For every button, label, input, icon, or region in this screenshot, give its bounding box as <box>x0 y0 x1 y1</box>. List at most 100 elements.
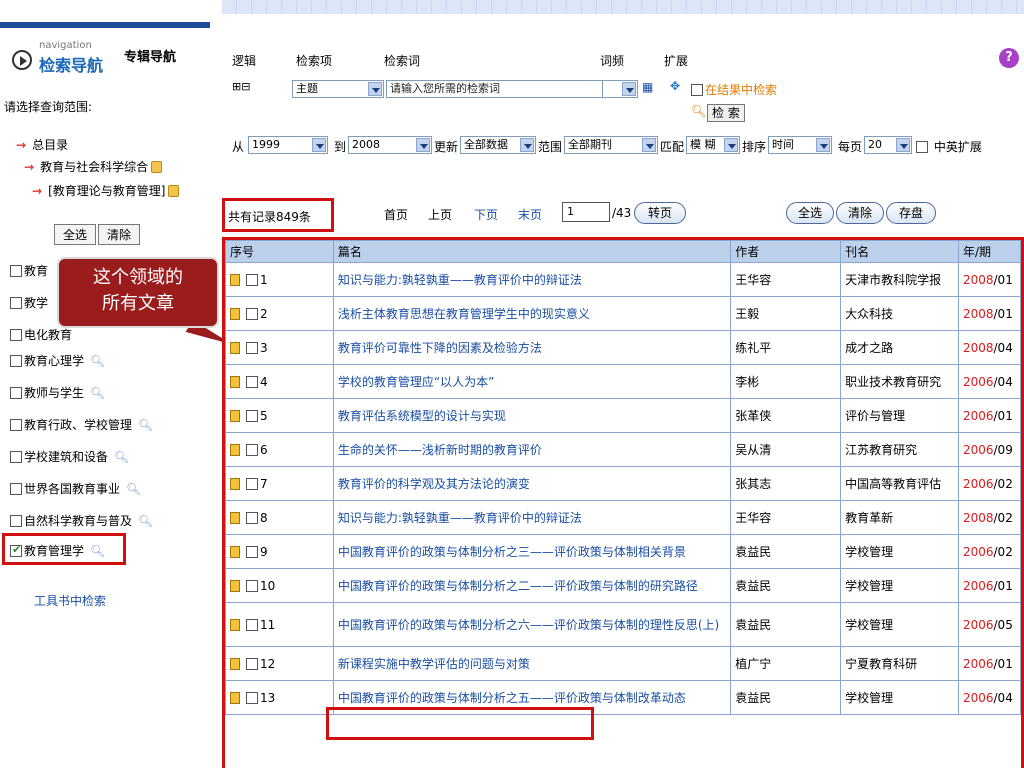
row-author[interactable]: 袁益民 <box>730 534 842 569</box>
row-checkbox[interactable] <box>246 307 258 320</box>
row-author[interactable]: 吴从清 <box>730 432 842 467</box>
table-row[interactable]: 4 学校的教育管理应“以人为本” 李彬 职业技术教育研究 2006/04 <box>225 364 1021 399</box>
table-row[interactable]: 11 中国教育评价的政策与体制分析之六——评价政策与体制的理性反思(上) 袁益民 学校… <box>225 602 1021 647</box>
row-year[interactable]: 2008 <box>963 273 994 287</box>
nav-title[interactable]: 检索导航 <box>39 52 103 76</box>
save-button[interactable]: 存盘 <box>886 202 936 224</box>
range-select[interactable]: 全部期刊 <box>564 136 658 154</box>
search-button[interactable]: 检 索 <box>707 104 745 122</box>
cn-en-option[interactable]: 中英扩展 <box>916 138 982 155</box>
sidebar-select-all-button[interactable]: 全选 <box>54 224 97 245</box>
row-journal[interactable]: 学校管理 <box>840 568 959 603</box>
row-title[interactable]: 中国教育评价的政策与体制分析之六——评价政策与体制的理性反思(上) <box>332 602 732 647</box>
document-icon[interactable] <box>230 443 240 456</box>
document-icon[interactable] <box>230 691 240 704</box>
tree-item-education-social[interactable]: → 教育与社会科学综合 <box>24 158 163 175</box>
row-title[interactable]: 新课程实施中教学评估的问题与对策 <box>332 646 732 681</box>
term-input[interactable]: 请输入您所需的检索词 <box>386 80 604 98</box>
table-row[interactable]: 6 生命的关怀——浅析新时期的教育评价 吴从清 江苏教育研究 2006/09 <box>225 432 1021 467</box>
row-author[interactable]: 王华容 <box>730 262 842 297</box>
header-journal[interactable]: 刊名 <box>840 240 959 263</box>
checkbox[interactable] <box>916 141 928 153</box>
row-title[interactable]: 知识与能力:孰轻孰重——教育评价中的辩证法 <box>332 500 732 535</box>
row-author[interactable]: 袁益民 <box>730 568 842 603</box>
first-page-link[interactable]: 首页 <box>384 206 408 223</box>
table-row[interactable]: 5 教育评估系统模型的设计与实现 张革侠 评价与管理 2006/01 <box>225 398 1021 433</box>
magnifier-icon[interactable]: 🔍︎ <box>90 354 105 368</box>
field-select[interactable]: 主题 <box>292 80 384 98</box>
row-checkbox[interactable] <box>246 477 258 490</box>
next-page-link[interactable]: 下页 <box>474 206 498 223</box>
row-journal[interactable]: 成才之路 <box>840 330 959 365</box>
prev-page-link[interactable]: 上页 <box>428 206 452 223</box>
document-icon[interactable] <box>230 409 240 422</box>
row-journal[interactable]: 学校管理 <box>840 602 959 647</box>
row-checkbox[interactable] <box>246 273 258 286</box>
checkbox[interactable] <box>10 387 22 399</box>
checkbox[interactable] <box>10 483 22 495</box>
document-icon[interactable] <box>230 618 240 631</box>
sort-select[interactable]: 时间 <box>768 136 832 154</box>
magnifier-icon[interactable]: 🔍︎ <box>114 450 129 464</box>
header-author[interactable]: 作者 <box>730 240 842 263</box>
category-item[interactable]: 教育心理学 🔍︎ <box>10 352 105 369</box>
table-row[interactable]: 7 教育评价的科学观及其方法论的演变 张其志 中国高等教育评估 2006/02 <box>225 466 1021 501</box>
sidebar-clear-button[interactable]: 清除 <box>98 224 141 245</box>
reference-search-link[interactable]: 工具书中检索 <box>34 592 106 609</box>
table-row[interactable]: 3 教育评价可靠性下降的因素及检验方法 练礼平 成才之路 2008/04 <box>225 330 1021 365</box>
match-select[interactable]: 模 糊 <box>686 136 740 154</box>
row-year[interactable]: 2006 <box>963 409 994 423</box>
row-title[interactable]: 中国教育评价的政策与体制分析之二——评价政策与体制的研究路径 <box>332 568 732 603</box>
row-author[interactable]: 王华容 <box>730 500 842 535</box>
row-journal[interactable]: 大众科技 <box>840 296 959 331</box>
row-year[interactable]: 2008 <box>963 307 994 321</box>
magnifier-icon[interactable]: 🔍︎ <box>138 514 153 528</box>
update-select[interactable]: 全部数据 <box>460 136 536 154</box>
row-title[interactable]: 教育评价的科学观及其方法论的演变 <box>332 466 732 501</box>
row-year[interactable]: 2006 <box>963 545 994 559</box>
table-row[interactable]: 10 中国教育评价的政策与体制分析之二——评价政策与体制的研究路径 袁益民 学校管理 2… <box>225 568 1021 603</box>
header-no[interactable]: 序号 <box>225 240 334 263</box>
freq-select[interactable] <box>602 80 638 98</box>
header-title[interactable]: 篇名 <box>332 240 732 263</box>
category-item[interactable]: 世界各国教育事业 🔍︎ <box>10 480 141 497</box>
row-checkbox[interactable] <box>246 341 258 354</box>
table-row[interactable]: 8 知识与能力:孰轻孰重——教育评价中的辩证法 王华容 教育革新 2008/02 <box>225 500 1021 535</box>
row-year[interactable]: 2006 <box>963 375 994 389</box>
to-year-select[interactable]: 2008 <box>348 136 432 154</box>
row-title[interactable]: 教育评估系统模型的设计与实现 <box>332 398 732 433</box>
row-journal[interactable]: 职业技术教育研究 <box>840 364 959 399</box>
table-row[interactable]: 2 浅析主体教育思想在教育管理学生中的现实意义 王毅 大众科技 2008/01 <box>225 296 1021 331</box>
row-author[interactable]: 植广宁 <box>730 646 842 681</box>
row-journal[interactable]: 宁夏教育科研 <box>840 646 959 681</box>
row-title[interactable]: 知识与能力:孰轻孰重——教育评价中的辩证法 <box>332 262 732 297</box>
document-icon[interactable] <box>230 579 240 592</box>
in-results-option[interactable]: 在结果中检索 <box>691 81 777 98</box>
category-item[interactable]: 自然科学教育与普及 🔍︎ <box>10 512 153 529</box>
row-checkbox[interactable] <box>246 443 258 456</box>
magnifier-icon[interactable]: 🔍︎ <box>90 386 105 400</box>
row-checkbox[interactable] <box>246 545 258 558</box>
checkbox[interactable] <box>10 297 22 309</box>
row-year[interactable]: 2006 <box>963 443 994 457</box>
row-year[interactable]: 2006 <box>963 477 994 491</box>
row-checkbox[interactable] <box>246 657 258 670</box>
row-author[interactable]: 张革侠 <box>730 398 842 433</box>
row-journal[interactable]: 天津市教科院学报 <box>840 262 959 297</box>
freq-grid-icon[interactable]: ▦ <box>642 80 653 94</box>
category-item[interactable]: 电化教育 <box>10 326 72 343</box>
header-year[interactable]: 年/期 <box>957 240 1021 263</box>
document-icon[interactable] <box>230 477 240 490</box>
row-journal[interactable]: 学校管理 <box>840 534 959 569</box>
row-title[interactable]: 教育评价可靠性下降的因素及检验方法 <box>332 330 732 365</box>
topic-nav-link[interactable]: 专辑导航 <box>124 46 176 65</box>
document-icon[interactable] <box>230 657 240 670</box>
row-year[interactable]: 2008 <box>963 511 994 525</box>
document-icon[interactable] <box>230 307 240 320</box>
row-author[interactable]: 王毅 <box>730 296 842 331</box>
row-year[interactable]: 2008 <box>963 341 994 355</box>
row-year[interactable]: 2006 <box>963 579 994 593</box>
row-checkbox[interactable] <box>246 618 258 631</box>
row-year[interactable]: 2006 <box>963 618 994 632</box>
category-item[interactable]: 学校建筑和设备 🔍︎ <box>10 448 129 465</box>
